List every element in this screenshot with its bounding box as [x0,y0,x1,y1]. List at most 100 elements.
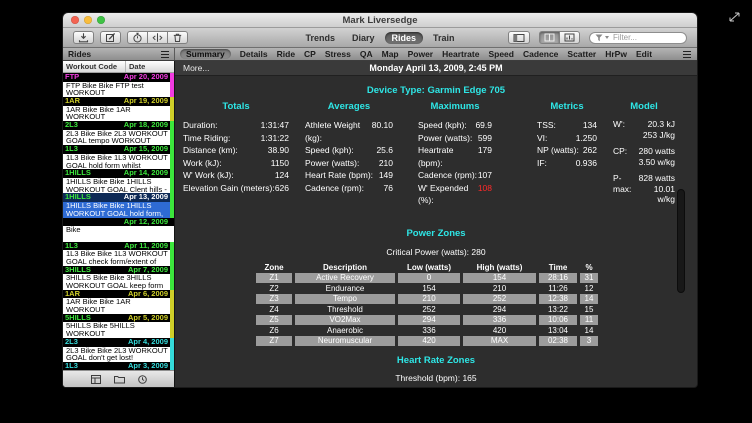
sidebar-menu-icon[interactable] [161,51,169,58]
list-item[interactable]: 1HILLS Apr 13, 2009 1HILLS Bike Bike 1HI… [63,193,174,217]
main-content: Workout Code Date FTP Apr 20, 2009 FTP B… [63,61,697,387]
import-ride-button[interactable] [73,31,94,44]
minimize-button[interactable] [84,16,92,24]
view-tab[interactable]: Train [426,32,462,44]
list-item[interactable]: 1AR Apr 6, 2009 1AR Bike Bike 1AR WORKOU… [63,290,174,314]
layout-button[interactable] [91,375,101,384]
chart-tab[interactable]: Cadence [523,49,558,59]
chart-tab[interactable]: Summary [180,49,231,59]
hr-threshold-value: Threshold (bpm): 165 [175,373,697,383]
column-date[interactable]: Date [126,62,145,71]
more-link[interactable]: More... [183,63,209,73]
workout-code: 3HILLS [65,266,91,275]
section-title: Averages [305,101,393,112]
metrics-section: Metrics TSS:134VI:1.250NP (watts):262IF:… [537,101,597,169]
toggle-sidebar-button[interactable] [508,31,530,44]
workout-description: 1HILLS Bike Bike 1HILLS WORKOUT GOAL Cle… [63,178,174,194]
chart-tab[interactable]: Map [382,49,399,59]
metric-row: Heart Rate (bpm):149 [305,169,393,182]
metric-row: Speed (kph):25.6 [305,144,393,157]
list-item[interactable]: 3HILLS Apr 7, 2009 3HILLS Bike Bike 3HIL… [63,266,174,290]
layout-switcher [539,31,580,44]
filter-input[interactable] [611,32,687,43]
list-item[interactable]: FTP Apr 20, 2009 FTP Bike Bike FTP test … [63,73,174,97]
zone-high-cell: 252 [463,294,536,304]
chart-tab[interactable]: Details [240,49,268,59]
delete-ride-button[interactable] [167,31,188,44]
zone-time-cell: 10:06 [539,315,577,325]
workout-code: 1HILLS [65,193,91,202]
title-bar: Mark Liversedge [63,13,697,28]
split-time-button[interactable] [127,31,148,44]
zone-low-cell: 252 [398,305,460,315]
workout-date: Apr 11, 2009 [124,242,168,251]
filter-caret-icon[interactable] [605,36,609,39]
workout-description: 1AR Bike Bike 1AR WORKOUT GOAL active re… [63,298,174,314]
chart-tab[interactable]: Heartrate [442,49,479,59]
chart-tab[interactable]: Stress [325,49,351,59]
workout-date: Apr 12, 2009 [124,218,168,227]
workout-date: Apr 19, 2009 [124,97,168,106]
chart-tab[interactable]: Scatter [567,49,596,59]
model-row: W':20.3 kJ 253 J/kg [613,119,675,140]
metric-row: Elevation Gain (meters):626 [183,182,289,195]
zone-low-cell: 154 [398,284,460,294]
list-item[interactable]: 2L3 Apr 4, 2009 2L3 Bike Bike 2L3 WORKOU… [63,338,174,362]
ride-color-stripe [170,73,174,97]
tabbed-view-button[interactable] [559,31,580,44]
column-workout-code[interactable]: Workout Code [63,61,126,72]
list-item[interactable]: 1HILLS Apr 14, 2009 1HILLS Bike Bike 1HI… [63,169,174,193]
zones-header-row: ZoneDescriptionLow (watts)High (watts)Ti… [256,263,598,272]
history-button[interactable] [138,375,147,384]
workout-code: FTP [65,73,79,82]
view-tab[interactable]: Trends [298,32,342,44]
zones-column-header: Description [295,263,395,272]
chart-tab[interactable]: HrPw [605,49,627,59]
ride-color-stripe [170,290,174,314]
manual-entry-button[interactable] [100,31,121,44]
zone-time-cell: 28:16 [539,273,577,283]
metric-row: Power (watts):210 [305,157,393,170]
list-item[interactable]: 5HILLS Apr 5, 2009 5HILLS Bike 5HILLS WO… [63,314,174,338]
list-item[interactable]: 2L3 Apr 18, 2009 2L3 Bike Bike 2L3 WORKO… [63,121,174,145]
scrollbar-thumb[interactable] [677,189,685,293]
zone-row: Z7 Neuromuscular 420 MAX 02:38 3 [256,336,598,346]
workout-description: 2L3 Bike Bike 2L3 WORKOUT GOAL don't get… [63,347,174,363]
chart-tab[interactable]: Edit [636,49,652,59]
chart-tab[interactable]: CP [304,49,316,59]
zone-row: Z6 Anaerobic 336 420 13:04 14 [256,326,598,336]
metric-row: IF:0.936 [537,157,597,170]
zone-description-cell: Threshold [295,305,395,315]
zone-time-cell: 02:38 [539,336,577,346]
view-tab[interactable]: Diary [345,32,382,44]
list-item[interactable]: Apr 12, 2009 Bike [63,218,174,242]
split-arrows-icon [152,32,163,43]
workout-header: 1L3 Apr 15, 2009 [63,145,174,154]
workout-code: 1AR [65,290,80,299]
zone-description-cell: VO2Max [295,315,395,325]
chart-tab[interactable]: QA [360,49,373,59]
workout-description: FTP Bike Bike FTP test WORKOUT GOAL test… [63,82,174,98]
chart-tab[interactable]: Power [408,49,434,59]
workout-header: 2L3 Apr 18, 2009 [63,121,174,130]
zoom-button[interactable] [97,16,105,24]
close-button[interactable] [71,16,79,24]
chart-tab[interactable]: Speed [488,49,514,59]
tab-bar: Rides Summary Details Ride CP Stress QA … [63,48,697,61]
zones-column-header: High (watts) [463,263,536,272]
chart-tab[interactable]: Ride [277,49,295,59]
workout-header: FTP Apr 20, 2009 [63,73,174,82]
ride-date-header: Monday April 13, 2009, 2:45 PM [369,63,502,73]
tiled-view-button[interactable] [539,31,560,44]
list-item[interactable]: 1L3 Apr 11, 2009 1L3 Bike Bike 1L3 WORKO… [63,242,174,266]
ride-color-stripe [170,218,174,242]
view-tab[interactable]: Rides [385,32,424,44]
list-item[interactable]: 1AR Apr 19, 2009 1AR Bike Bike 1AR WORKO… [63,97,174,121]
folder-button[interactable] [114,375,125,384]
list-item[interactable]: 1L3 Apr 3, 2009 [63,362,174,370]
zones-column-header: Low (watts) [398,263,460,272]
split-ride-button[interactable] [147,31,168,44]
list-item[interactable]: 1L3 Apr 15, 2009 1L3 Bike Bike 1L3 WORKO… [63,145,174,169]
chart-menu-icon[interactable] [683,51,691,58]
zone-low-cell: 336 [398,326,460,336]
